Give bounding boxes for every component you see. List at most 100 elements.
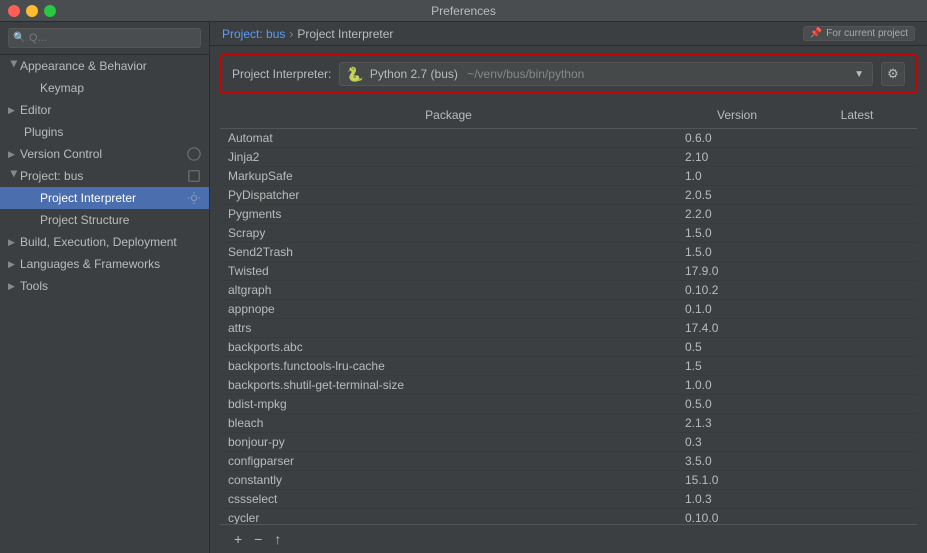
package-version: 1.5.0	[677, 224, 797, 242]
table-row[interactable]: MarkupSafe 1.0	[220, 167, 917, 186]
package-version: 3.5.0	[677, 452, 797, 470]
nav-label: Build, Execution, Deployment	[20, 235, 177, 249]
nav-label: Tools	[20, 279, 48, 293]
search-wrapper: 🔍	[8, 28, 201, 48]
expand-arrow-icon: ▶	[8, 281, 20, 292]
sidebar-item-keymap[interactable]: Keymap	[0, 77, 209, 99]
package-latest	[797, 490, 917, 508]
expand-arrow-icon: ▶	[8, 105, 20, 116]
package-name: Send2Trash	[220, 243, 677, 261]
package-version: 0.10.0	[677, 509, 797, 524]
package-name: backports.shutil-get-terminal-size	[220, 376, 677, 394]
close-button[interactable]	[8, 5, 20, 17]
search-input[interactable]	[8, 28, 201, 48]
sidebar-item-project-interpreter[interactable]: Project Interpreter	[0, 187, 209, 209]
interpreter-label: Project Interpreter:	[232, 67, 331, 81]
table-row[interactable]: Jinja2 2.10	[220, 148, 917, 167]
table-row[interactable]: bonjour-py 0.3	[220, 433, 917, 452]
package-version: 2.2.0	[677, 205, 797, 223]
package-latest	[797, 471, 917, 489]
sidebar-item-project-bus[interactable]: ▶ Project: bus	[0, 165, 209, 187]
table-row[interactable]: backports.shutil-get-terminal-size 1.0.0	[220, 376, 917, 395]
expand-arrow-icon: ▶	[8, 259, 20, 270]
sidebar-item-tools[interactable]: ▶ Tools	[0, 275, 209, 297]
content-area: Project: bus › Project Interpreter 📌 For…	[210, 22, 927, 553]
table-row[interactable]: Scrapy 1.5.0	[220, 224, 917, 243]
table-row[interactable]: Automat 0.6.0	[220, 129, 917, 148]
table-row[interactable]: cycler 0.10.0	[220, 509, 917, 524]
table-row[interactable]: backports.functools-lru-cache 1.5	[220, 357, 917, 376]
table-row[interactable]: PyDispatcher 2.0.5	[220, 186, 917, 205]
nav-label: Project: bus	[20, 169, 83, 183]
breadcrumb-page: Project Interpreter	[297, 27, 393, 41]
column-version: Version	[677, 106, 797, 124]
add-package-button[interactable]: +	[230, 529, 246, 549]
package-latest	[797, 167, 917, 185]
package-version: 0.1.0	[677, 300, 797, 318]
package-version: 1.5	[677, 357, 797, 375]
package-latest	[797, 205, 917, 223]
table-row[interactable]: altgraph 0.10.2	[220, 281, 917, 300]
table-row[interactable]: Pygments 2.2.0	[220, 205, 917, 224]
table-row[interactable]: Send2Trash 1.5.0	[220, 243, 917, 262]
python-icon: 🐍	[346, 66, 363, 83]
for-current-badge: 📌 For current project	[803, 26, 915, 41]
package-name: Scrapy	[220, 224, 677, 242]
interpreter-select[interactable]: 🐍 Python 2.7 (bus) ~/venv/bus/bin/python…	[339, 62, 873, 86]
package-version: 2.1.3	[677, 414, 797, 432]
remove-package-button[interactable]: −	[250, 529, 266, 549]
title-bar: Preferences	[0, 0, 927, 22]
sidebar-item-languages-frameworks[interactable]: ▶ Languages & Frameworks	[0, 253, 209, 275]
table-row[interactable]: backports.abc 0.5	[220, 338, 917, 357]
sidebar-item-project-structure[interactable]: Project Structure	[0, 209, 209, 231]
table-row[interactable]: configparser 3.5.0	[220, 452, 917, 471]
table-row[interactable]: cssselect 1.0.3	[220, 490, 917, 509]
nav-label: Keymap	[40, 81, 84, 95]
package-latest	[797, 433, 917, 451]
table-row[interactable]: bleach 2.1.3	[220, 414, 917, 433]
table-body: Automat 0.6.0 Jinja2 2.10 MarkupSafe 1.0…	[220, 129, 917, 524]
package-version: 1.5.0	[677, 243, 797, 261]
table-row[interactable]: appnope 0.1.0	[220, 300, 917, 319]
breadcrumb-separator: ›	[289, 27, 293, 41]
package-latest	[797, 262, 917, 280]
package-version: 17.4.0	[677, 319, 797, 337]
table-actions: + − ↑	[220, 524, 917, 553]
table-row[interactable]: attrs 17.4.0	[220, 319, 917, 338]
interpreter-bar: Project Interpreter: 🐍 Python 2.7 (bus) …	[220, 54, 917, 94]
package-name: Jinja2	[220, 148, 677, 166]
maximize-button[interactable]	[44, 5, 56, 17]
package-name: constantly	[220, 471, 677, 489]
search-bar: 🔍	[0, 22, 209, 55]
package-name: backports.abc	[220, 338, 677, 356]
package-version: 0.3	[677, 433, 797, 451]
interpreter-dropdown-button[interactable]: ▼	[852, 69, 866, 80]
project-icon	[187, 169, 201, 183]
sidebar-item-plugins[interactable]: Plugins	[0, 121, 209, 143]
package-name: bonjour-py	[220, 433, 677, 451]
package-latest	[797, 319, 917, 337]
nav-label: Appearance & Behavior	[20, 59, 147, 73]
sidebar-item-version-control[interactable]: ▶ Version Control	[0, 143, 209, 165]
table-row[interactable]: constantly 15.1.0	[220, 471, 917, 490]
vcs-icon	[187, 147, 201, 161]
minimize-button[interactable]	[26, 5, 38, 17]
interpreter-settings-button[interactable]: ⚙	[881, 62, 905, 86]
sidebar-item-appearance-behavior[interactable]: ▶ Appearance & Behavior	[0, 55, 209, 77]
sidebar-item-editor[interactable]: ▶ Editor	[0, 99, 209, 121]
sidebar-item-build-execution[interactable]: ▶ Build, Execution, Deployment	[0, 231, 209, 253]
upgrade-package-button[interactable]: ↑	[270, 529, 285, 549]
breadcrumb-project[interactable]: Project: bus	[222, 27, 285, 41]
nav-label: Plugins	[24, 125, 63, 139]
settings-icon	[187, 191, 201, 205]
package-name: altgraph	[220, 281, 677, 299]
package-name: attrs	[220, 319, 677, 337]
package-latest	[797, 281, 917, 299]
nav-label: Languages & Frameworks	[20, 257, 160, 271]
sidebar: 🔍 ▶ Appearance & Behavior Keymap ▶ Edito…	[0, 22, 210, 553]
table-header: Package Version Latest	[220, 102, 917, 129]
nav-label: Version Control	[20, 147, 102, 161]
table-row[interactable]: Twisted 17.9.0	[220, 262, 917, 281]
table-row[interactable]: bdist-mpkg 0.5.0	[220, 395, 917, 414]
badge-icon: 📌	[810, 28, 822, 39]
